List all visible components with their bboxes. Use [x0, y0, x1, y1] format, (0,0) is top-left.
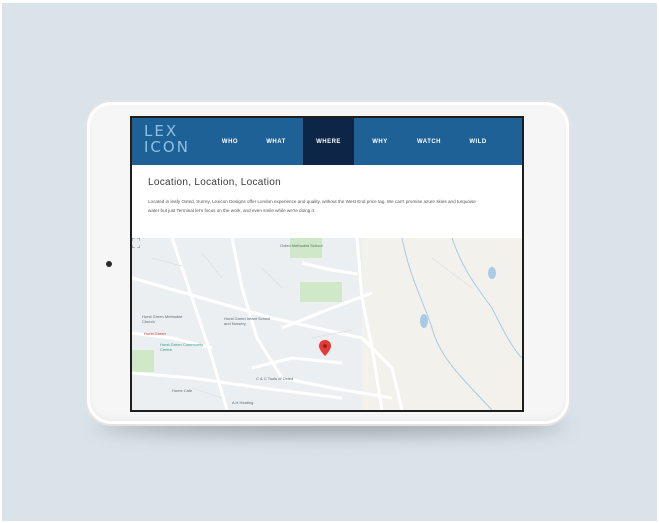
- logo[interactable]: LEX ICON: [144, 123, 188, 161]
- logo-line-2: ICON: [144, 138, 190, 156]
- page-title: Location, Location, Location: [148, 177, 281, 188]
- tablet-screen: LEX ICON WHO WHAT WHERE WHY WATCH WILD L…: [130, 116, 524, 412]
- map-pond: [420, 314, 428, 328]
- map-pond: [488, 267, 496, 279]
- map-embed[interactable]: Oxted Methodist School Hurst Green Metho…: [132, 238, 522, 410]
- map-label-poi[interactable]: Hurst Green Community Centre: [160, 342, 210, 352]
- map-label-poi[interactable]: Hurst Green Methodist Church: [142, 314, 192, 324]
- map-label-poi[interactable]: A H Heating: [232, 400, 253, 405]
- map-label-poi[interactable]: Hurst Green Infant School and Nursery: [224, 316, 272, 326]
- map-label-poi[interactable]: Home Cafe: [172, 388, 192, 393]
- nav-item-why[interactable]: WHY: [361, 118, 399, 165]
- page-body-text: Located in leafy Oxted, Surrey, Lexicon …: [148, 199, 476, 213]
- nav-item-who[interactable]: WHO: [211, 118, 249, 165]
- map-label-poi[interactable]: Hurst Green: [144, 331, 166, 336]
- nav-item-where[interactable]: WHERE: [303, 118, 354, 165]
- map-green-area: [132, 350, 154, 372]
- site-nav: LEX ICON WHO WHAT WHERE WHY WATCH WILD: [132, 118, 522, 165]
- map-pin-dot: [323, 344, 327, 348]
- map-green-area: [300, 282, 342, 302]
- nav-item-what[interactable]: WHAT: [256, 118, 296, 165]
- map-canvas: [132, 238, 522, 410]
- camera-icon: [106, 261, 112, 267]
- map-green-area: [290, 238, 322, 258]
- map-open-land: [362, 238, 522, 410]
- fullscreen-icon[interactable]: [132, 238, 140, 248]
- map-label-poi[interactable]: C & C Tools of Oxted: [256, 376, 293, 381]
- nav-item-watch[interactable]: WATCH: [406, 118, 452, 165]
- map-label-poi[interactable]: Oxted Methodist School: [280, 243, 322, 248]
- nav-item-wild[interactable]: WILD: [458, 118, 498, 165]
- logo-line-1: LEX: [144, 122, 179, 140]
